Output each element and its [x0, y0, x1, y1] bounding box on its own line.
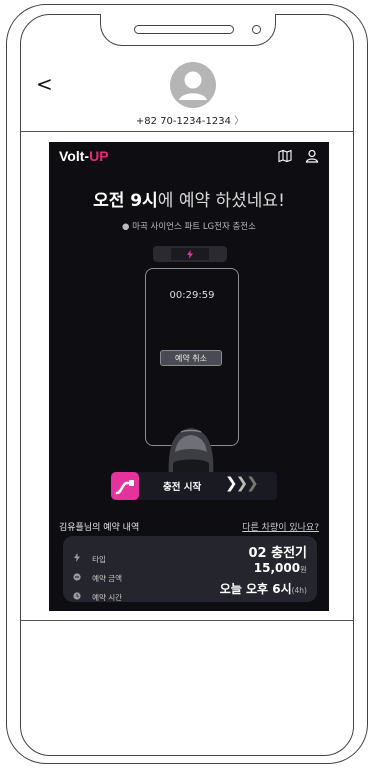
- phone-number-link[interactable]: +82 70-1234-1234 〉: [120, 112, 260, 127]
- reservation-title: 김유플님의 예약 내역: [59, 523, 140, 533]
- contact-avatar-icon[interactable]: [170, 62, 216, 108]
- chevron-right-icon: 〉: [234, 116, 245, 127]
- amount-value: 15,000원: [253, 561, 307, 575]
- location: ● 마곡 사이언스 파트 LG전자 충전소: [122, 222, 256, 232]
- coin-icon: [73, 573, 81, 581]
- reservation-row: 타입: [73, 547, 106, 566]
- brand-logo: Volt-UP: [59, 148, 109, 164]
- top-icons: [270, 148, 319, 167]
- reservation-row: 예약 금액: [73, 566, 122, 585]
- time-label: 예약 시간: [92, 593, 123, 602]
- reservation-card: 타입 02 충전기 예약 금액 15,000원 예약 시간 오늘 오후 6시(4…: [63, 536, 317, 602]
- camera-icon: [252, 25, 261, 34]
- clock-icon: [73, 592, 81, 600]
- charge-start-label: 충전 시작: [163, 482, 202, 493]
- headline: 오전 9시에 예약 하셨네요!: [93, 191, 285, 211]
- speaker-icon: [134, 25, 234, 34]
- pin-icon: ●: [122, 222, 130, 232]
- map-icon[interactable]: [278, 148, 292, 167]
- cancel-reservation-button[interactable]: 예약 취소: [160, 350, 222, 366]
- user-icon[interactable]: [305, 148, 319, 167]
- app-screen: Volt-UP 오전 9시에 예약 하셨네요! ● 마곡 사이언스 파트 LG전…: [49, 142, 329, 611]
- time-value: 오늘 오후 6시(4h): [219, 582, 307, 596]
- type-value: 02 충전기: [248, 546, 308, 561]
- back-button[interactable]: <: [36, 74, 53, 94]
- bolt-icon: [187, 250, 193, 259]
- swipe-arrows-icon: ❯❯❯: [225, 474, 259, 492]
- countdown-timer: 00:29:59: [169, 290, 215, 301]
- bolt-icon: [74, 553, 80, 562]
- plug-icon: [115, 480, 134, 495]
- type-label: 타입: [92, 555, 106, 564]
- divider-top: [20, 131, 354, 132]
- amount-label: 예약 금액: [92, 574, 123, 583]
- reservation-row: 예약 시간: [73, 585, 122, 604]
- divider-bottom: [20, 620, 354, 621]
- phone-number: +82 70-1234-1234: [135, 116, 231, 127]
- other-car-link[interactable]: 다른 차량이 있나요?: [242, 520, 319, 533]
- plug-button[interactable]: [111, 472, 139, 500]
